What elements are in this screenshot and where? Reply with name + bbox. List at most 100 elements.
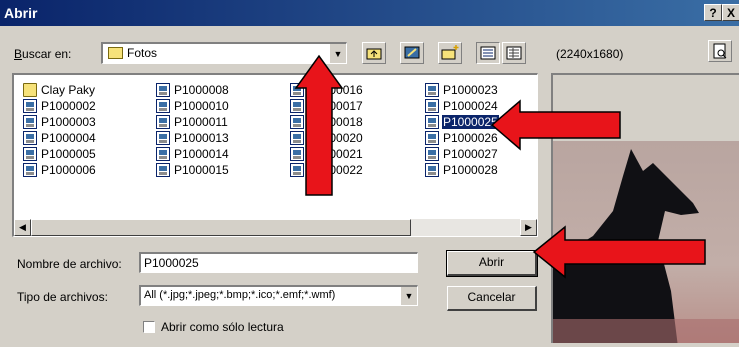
file-item[interactable]: P1000006: [23, 162, 97, 178]
image-file-icon: [156, 83, 170, 97]
scroll-thumb[interactable]: [31, 219, 411, 236]
file-item[interactable]: P1000027: [425, 146, 499, 162]
image-file-icon: [23, 131, 37, 145]
image-file-icon: [156, 115, 170, 129]
file-item[interactable]: P1000024: [425, 98, 499, 114]
file-name: P1000026: [443, 131, 498, 145]
image-file-icon: [156, 131, 170, 145]
file-name: P1000013: [174, 131, 229, 145]
folder-icon: [108, 47, 123, 59]
magnifier-page-icon: [713, 43, 727, 59]
image-file-icon: [290, 131, 304, 145]
chevron-down-icon[interactable]: ▼: [329, 44, 346, 63]
file-name: P1000028: [443, 163, 498, 177]
file-item[interactable]: P1000003: [23, 114, 97, 130]
image-file-icon: [156, 147, 170, 161]
file-name: P1000006: [41, 163, 96, 177]
file-item[interactable]: P1000028: [425, 162, 499, 178]
folder-item[interactable]: Clay Paky: [23, 82, 96, 98]
image-file-icon: [23, 163, 37, 177]
filetype-combo[interactable]: All (*.jpg;*.jpeg;*.bmp;*.ico;*.emf;*.wm…: [139, 285, 418, 306]
file-item[interactable]: P1000014: [156, 146, 230, 162]
file-name: Clay Paky: [41, 83, 96, 97]
file-item[interactable]: P1000018: [290, 114, 364, 130]
readonly-checkbox[interactable]: [143, 321, 155, 333]
file-name: P1000004: [41, 131, 96, 145]
image-file-icon: [23, 99, 37, 113]
file-item[interactable]: P1000010: [156, 98, 230, 114]
file-name: P1000003: [41, 115, 96, 129]
image-file-icon: [425, 131, 439, 145]
image-file-icon: [290, 115, 304, 129]
file-name: P1000021: [308, 147, 363, 161]
cancel-button[interactable]: Cancelar: [447, 286, 537, 311]
filename-field[interactable]: P1000025: [139, 252, 418, 273]
file-name: P1000027: [443, 147, 498, 161]
filename-label: Nombre de archivo:: [17, 257, 122, 271]
desktop-button[interactable]: [400, 42, 424, 64]
help-button[interactable]: ?: [704, 4, 722, 21]
file-item[interactable]: P1000008: [156, 82, 230, 98]
file-item[interactable]: P1000002: [23, 98, 97, 114]
close-button[interactable]: X: [722, 4, 739, 21]
chevron-down-icon[interactable]: ▼: [400, 287, 417, 305]
list-view-icon: [480, 46, 496, 60]
file-item[interactable]: P1000022: [290, 162, 364, 178]
file-item[interactable]: P1000016: [290, 82, 364, 98]
image-file-icon: [290, 147, 304, 161]
file-item[interactable]: P1000017: [290, 98, 364, 114]
image-file-icon: [23, 115, 37, 129]
file-name: P1000008: [174, 83, 229, 97]
new-folder-button[interactable]: [438, 42, 462, 64]
file-item[interactable]: P1000025: [425, 114, 499, 130]
details-view-button[interactable]: [502, 42, 526, 64]
file-item[interactable]: P1000015: [156, 162, 230, 178]
desktop-icon: [404, 46, 420, 59]
look-in-combo[interactable]: Fotos ▼: [101, 42, 347, 64]
folder-icon: [23, 83, 37, 97]
look-in-label: Buscar en:: [14, 47, 72, 61]
dog-photo-icon: [553, 149, 739, 343]
scroll-right-button[interactable]: ▶: [520, 219, 537, 236]
filetype-value: All (*.jpg;*.jpeg;*.bmp;*.ico;*.emf;*.wm…: [144, 289, 336, 301]
title-bar[interactable]: Abrir ? X: [0, 0, 739, 26]
open-dialog: Abrir ? X Buscar en: Fotos ▼ (2240x1680)…: [0, 0, 739, 347]
file-item[interactable]: P1000021: [290, 146, 364, 162]
file-name: P1000020: [308, 131, 363, 145]
open-button[interactable]: Abrir: [446, 250, 538, 277]
list-view-button[interactable]: [476, 42, 500, 64]
look-in-value: Fotos: [127, 46, 158, 60]
window-title: Abrir: [4, 5, 38, 21]
file-item[interactable]: P1000023: [425, 82, 499, 98]
file-name: P1000005: [41, 147, 96, 161]
file-name: P1000011: [174, 115, 228, 129]
file-item[interactable]: P1000026: [425, 130, 499, 146]
readonly-label: Abrir como sólo lectura: [161, 320, 284, 334]
up-folder-button[interactable]: [362, 42, 386, 64]
file-item[interactable]: P1000011: [156, 114, 229, 130]
file-item[interactable]: P1000004: [23, 130, 97, 146]
details-view-icon: [506, 46, 522, 60]
preview-size: (2240x1680): [556, 47, 624, 61]
image-file-icon: [156, 99, 170, 113]
image-file-icon: [23, 147, 37, 161]
horizontal-scrollbar[interactable]: ◀ ▶: [14, 219, 537, 236]
new-folder-icon: [441, 45, 459, 60]
file-item[interactable]: P1000005: [23, 146, 97, 162]
scroll-left-button[interactable]: ◀: [14, 219, 31, 236]
file-list[interactable]: Clay Paky P1000002 P1000003 P1000004 P100000…: [12, 73, 538, 237]
filetype-label: Tipo de archivos:: [17, 290, 108, 304]
file-item[interactable]: P1000013: [156, 130, 230, 146]
file-item[interactable]: P1000020: [290, 130, 364, 146]
file-name: P1000015: [174, 163, 229, 177]
image-file-icon: [425, 115, 439, 129]
preview-photo: [553, 141, 739, 343]
image-preview: [551, 73, 739, 343]
image-file-icon: [425, 163, 439, 177]
up-folder-icon: [366, 48, 382, 60]
file-name: P1000016: [308, 83, 363, 97]
file-name: P1000025: [442, 115, 499, 129]
image-file-icon: [425, 147, 439, 161]
preview-button[interactable]: [708, 40, 732, 62]
file-name: P1000017: [308, 99, 363, 113]
